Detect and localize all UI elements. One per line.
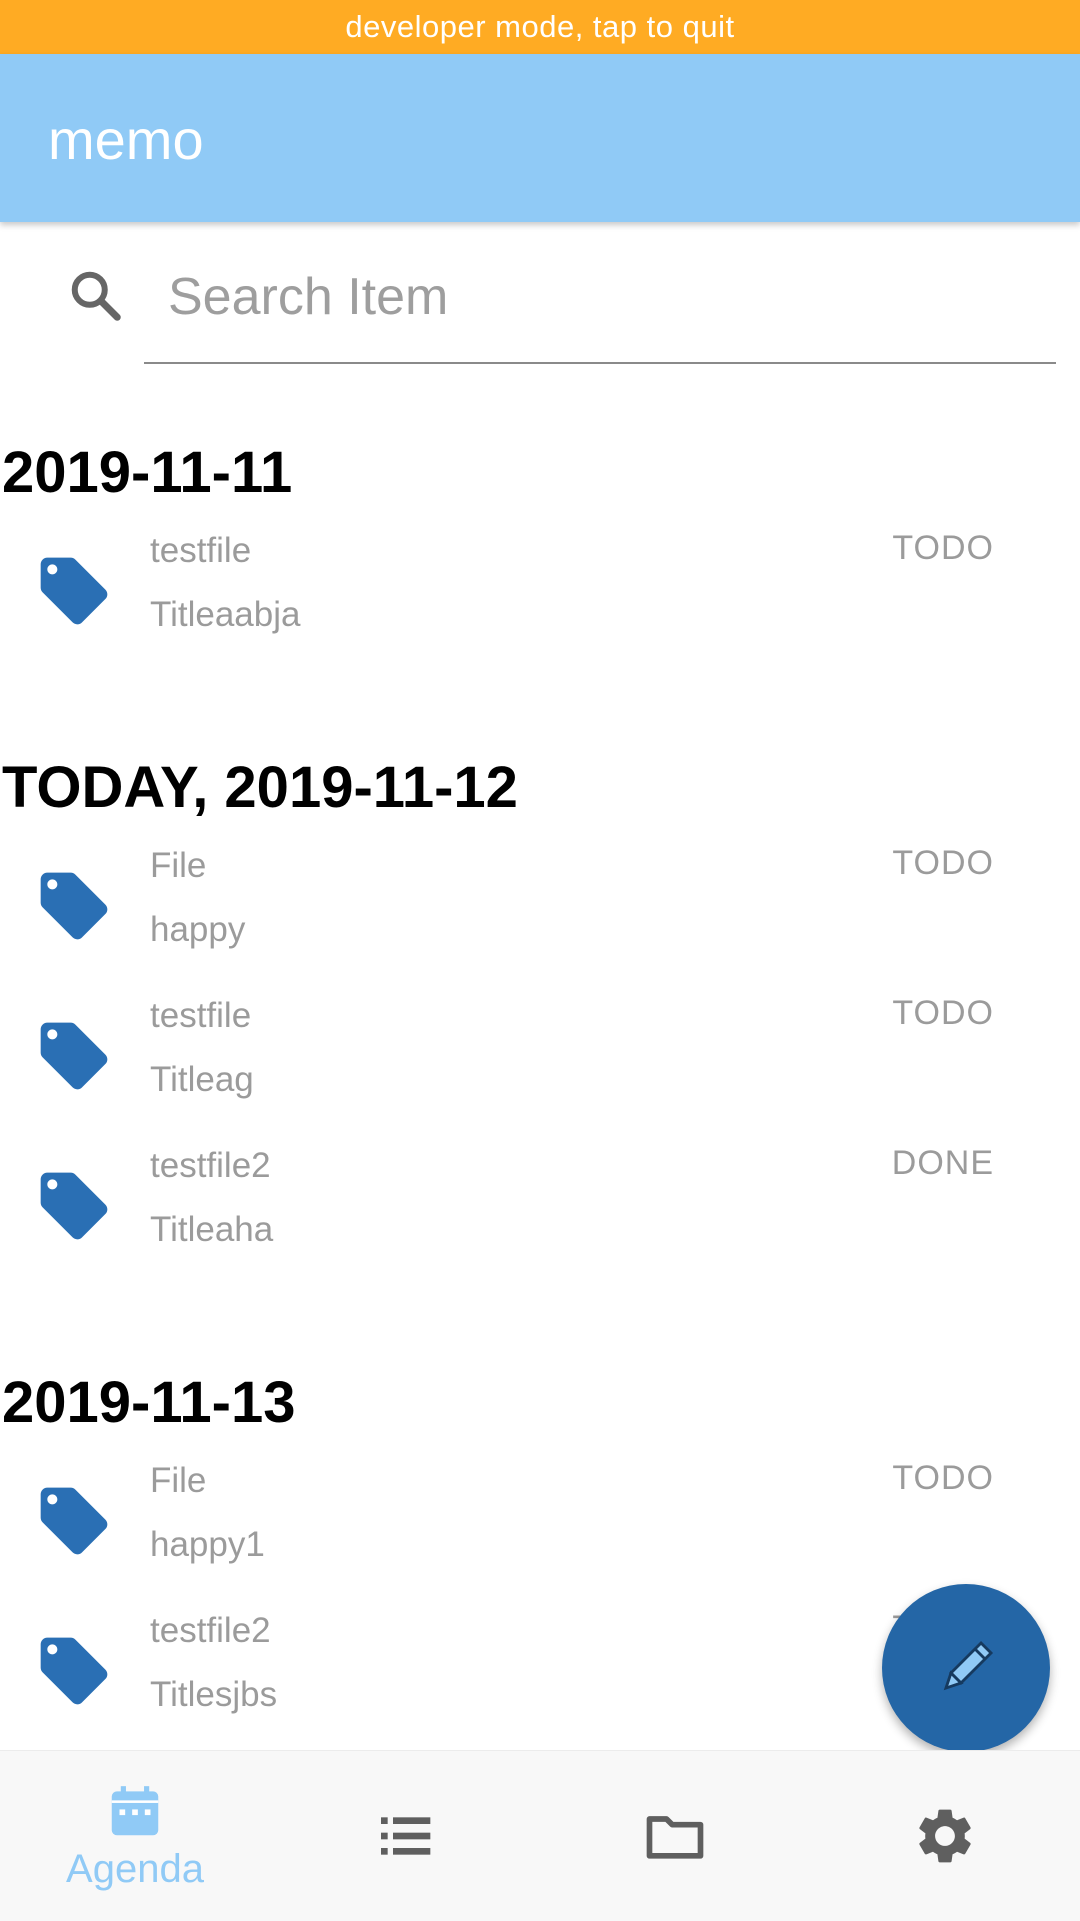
edit-fab-button[interactable] <box>882 1584 1050 1752</box>
search-underline <box>144 362 1056 364</box>
agenda-item[interactable]: File happy1 TODO <box>0 1455 1080 1605</box>
tag-icon <box>40 1487 108 1555</box>
app-title: memo <box>48 108 204 171</box>
item-state: TODO <box>892 844 994 882</box>
agenda-item[interactable]: testfile Titleag TODO <box>0 990 1080 1140</box>
search-icon <box>71 271 121 321</box>
item-file: testfile <box>150 996 252 1035</box>
item-file: testfile2 <box>150 1146 271 1185</box>
nav-settings[interactable] <box>810 1751 1080 1921</box>
item-title: Titleag <box>150 1060 254 1099</box>
date-group: 2019-11-11 testfile Titleaabja TODO <box>0 420 1080 675</box>
tag-icon <box>40 557 108 625</box>
search-input[interactable] <box>144 262 1054 332</box>
item-state: TODO <box>892 529 994 567</box>
item-file: testfile2 <box>150 1611 271 1650</box>
agenda-list: 2019-11-11 testfile Titleaabja TODO TODA… <box>0 420 1080 1755</box>
item-state: DONE <box>891 1144 994 1182</box>
app-bar: memo <box>0 54 1080 222</box>
agenda-item[interactable]: testfile2 Titleaha DONE <box>0 1140 1080 1290</box>
item-file: testfile <box>150 531 252 570</box>
date-header: TODAY, 2019-11-12 <box>2 755 518 820</box>
calendar-icon <box>111 1785 159 1835</box>
item-file: File <box>150 1461 207 1500</box>
folder-icon <box>646 1816 704 1859</box>
nav-agenda-label: Agenda <box>66 1846 204 1891</box>
item-state: TODO <box>892 994 994 1032</box>
tag-icon <box>40 1172 108 1240</box>
item-title: Titleaabja <box>150 595 301 634</box>
date-group: TODAY, 2019-11-12 File happy TODO testfi… <box>0 735 1080 1290</box>
tag-icon <box>40 1022 108 1090</box>
date-header: 2019-11-13 <box>2 1370 296 1435</box>
developer-mode-banner[interactable]: developer mode, tap to quit <box>0 0 1080 54</box>
pencil-icon <box>943 1640 994 1691</box>
agenda-item[interactable]: testfile Titleaabja TODO <box>0 525 1080 675</box>
agenda-item[interactable]: File happy TODO <box>0 840 1080 990</box>
item-state: TODO <box>892 1459 994 1497</box>
bottom-navigation: Agenda <box>0 1750 1080 1921</box>
item-title: Titlesjbs <box>150 1675 278 1714</box>
item-file: File <box>150 846 207 885</box>
search-bar <box>0 222 1080 372</box>
item-title: happy1 <box>150 1525 265 1564</box>
nav-agenda[interactable]: Agenda <box>0 1751 270 1921</box>
gear-icon <box>919 1809 971 1863</box>
nav-files[interactable] <box>540 1751 810 1921</box>
tag-icon <box>40 872 108 940</box>
item-title: happy <box>150 910 246 949</box>
date-header: 2019-11-11 <box>2 440 293 505</box>
tag-icon <box>40 1637 108 1705</box>
item-title: Titleaha <box>150 1210 274 1249</box>
list-icon <box>381 1817 431 1855</box>
nav-list[interactable] <box>270 1751 540 1921</box>
